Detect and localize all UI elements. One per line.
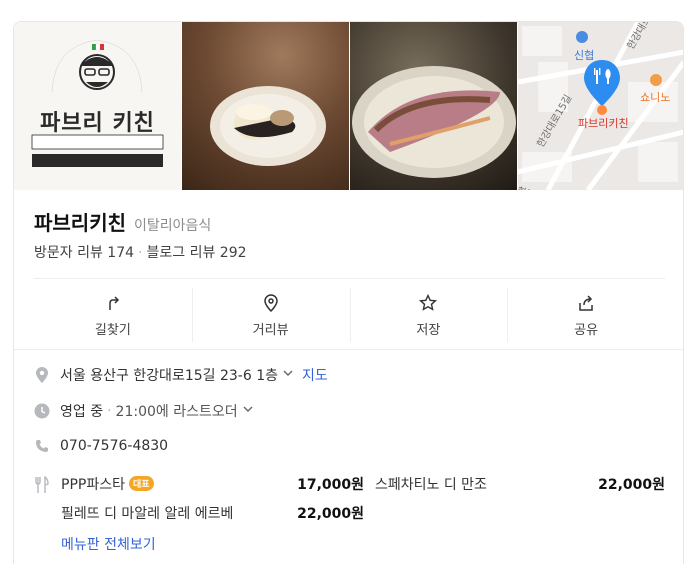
streetview-label: 거리뷰 [252, 322, 289, 338]
directions-icon [109, 295, 119, 310]
meat-dish-photo[interactable] [350, 22, 517, 190]
map-label-sinhyup: 신협 [574, 49, 595, 62]
address-row: 서울 용산구 한강대로15길 23-6 1층 지도 [34, 365, 328, 385]
action-bar: 길찾기 거리뷰 저장 공유 [34, 280, 665, 350]
streetview-pin-icon [263, 293, 278, 312]
divider [34, 278, 665, 279]
menu-item-price: 17,000원 [297, 477, 364, 493]
menu-item-name[interactable]: PPP파스타 대표 [61, 474, 154, 494]
fork-knife-icon [34, 475, 50, 498]
directions-button[interactable]: 길찾기 [34, 280, 192, 350]
phone-icon [34, 438, 50, 454]
phone-row: 070-7576-4830 [34, 438, 168, 454]
location-pin-icon [34, 367, 50, 383]
save-button[interactable]: 저장 [349, 280, 508, 350]
chevron-down-icon[interactable] [242, 403, 254, 419]
review-summary: 방문자 리뷰 174 · 블로그 리뷰 292 [34, 242, 247, 262]
directions-label: 길찾기 [94, 322, 131, 338]
restaurant-logo-image[interactable]: 파브리 키친 [14, 22, 181, 190]
phone-number[interactable]: 070-7576-4830 [60, 438, 168, 454]
share-button[interactable]: 공유 [507, 280, 665, 350]
menu-item-label: PPP파스타 [61, 477, 125, 493]
menu-item-name[interactable]: 스페차티노 디 만조 [375, 474, 487, 494]
view-full-menu-link[interactable]: 메뉴판 전체보기 [61, 534, 156, 554]
hours-separator: · [107, 403, 112, 419]
visitor-review-link[interactable]: 방문자 리뷰 174 [34, 245, 134, 261]
menu-item-name[interactable]: 필레뜨 디 마알레 알레 에르베 [61, 503, 233, 523]
map-label-shonino: 쇼니노 [640, 91, 671, 104]
location-map-thumbnail[interactable]: 신협 한강대로21길 쇼니노 한강대로15길 한강대로11길 파브리키친 [518, 22, 683, 190]
signature-badge: 대표 [128, 476, 154, 491]
place-card: 파브리 키친 신협 쇼니노 한강대로15길 파브리키친 파브리키친 이탈리아음식… [13, 21, 684, 564]
address-text[interactable]: 서울 용산구 한강대로15길 23-6 1층 [60, 365, 278, 385]
divider [14, 349, 683, 350]
hours-row: 영업 중 · 21:00에 라스트오더 [34, 401, 254, 421]
menu-item-price: 22,000원 [598, 477, 665, 493]
save-label: 저장 [416, 322, 441, 338]
dessert-photo[interactable] [182, 22, 349, 190]
place-title-row: 파브리키친 이탈리아음식 [34, 207, 211, 236]
share-label: 공유 [574, 322, 599, 338]
menu-item-price: 22,000원 [297, 506, 364, 522]
review-separator: · [138, 245, 143, 261]
clock-icon [34, 403, 50, 419]
map-pin-label: 파브리키친 [578, 117, 629, 130]
map-link[interactable]: 지도 [302, 365, 328, 385]
chevron-down-icon[interactable] [282, 367, 294, 383]
photo-strip: 파브리 키친 신협 쇼니노 한강대로15길 파브리키친 [14, 22, 683, 190]
star-icon [419, 293, 438, 311]
place-name[interactable]: 파브리키친 [34, 207, 126, 236]
hours-status[interactable]: 영업 중 [60, 401, 103, 421]
blog-review-link[interactable]: 블로그 리뷰 292 [146, 245, 246, 261]
streetview-button[interactable]: 거리뷰 [191, 280, 350, 350]
hours-detail[interactable]: 21:00에 라스트오더 [116, 401, 238, 421]
share-icon [579, 294, 593, 311]
place-category: 이탈리아음식 [134, 218, 212, 234]
logo-wordmark: 파브리 키친 [40, 110, 155, 136]
